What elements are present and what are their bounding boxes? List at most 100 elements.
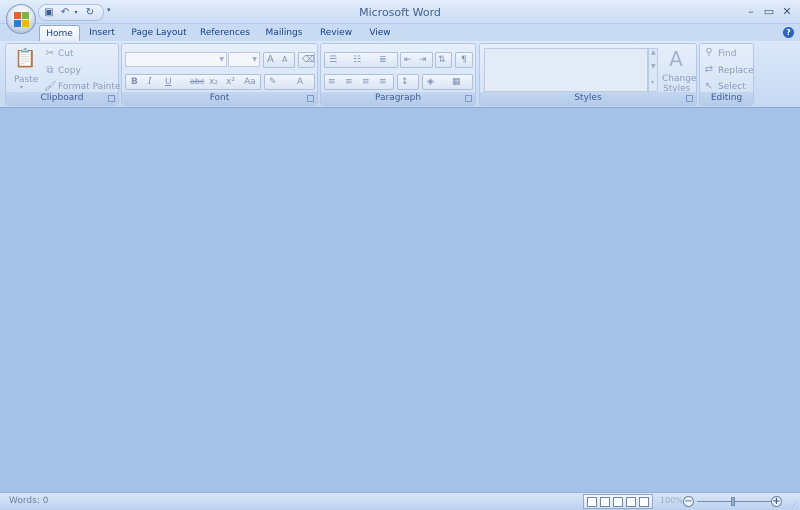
copy-button[interactable]: Copy — [58, 66, 81, 76]
shading-icon[interactable]: ◈ — [427, 77, 434, 87]
alignment-box: ≡ ≡ ≡ ≡ — [324, 74, 394, 90]
clear-formatting-button[interactable]: ⌫ — [298, 52, 315, 68]
paste-dropdown-icon[interactable]: ▾ — [20, 84, 23, 91]
justify-icon[interactable]: ≡ — [379, 77, 387, 87]
tab-view[interactable]: View — [364, 25, 396, 41]
font-name-combo[interactable]: ▼ — [125, 52, 227, 67]
minimize-button[interactable]: – — [744, 5, 758, 19]
borders-icon[interactable]: ▦ — [452, 77, 461, 87]
show-hide-button[interactable]: ¶ — [455, 52, 473, 68]
superscript-button[interactable]: x² — [226, 77, 235, 87]
change-styles-icon: A — [669, 47, 683, 71]
subscript-button[interactable]: x₂ — [209, 77, 218, 87]
ribbon-tabs: Home Insert Page Layout References Maili… — [0, 24, 800, 41]
copy-icon: ⧉ — [46, 65, 54, 76]
tab-page-layout[interactable]: Page Layout — [130, 25, 188, 41]
paragraph-group: ☰ ☷ ≣ ⇤ ⇥ ⇅ ¶ ≡ ≡ ≡ ≡ ↕ ◈ ▦ Paragraph — [320, 43, 476, 106]
clear-formatting-icon: ⌫ — [302, 55, 315, 65]
find-button[interactable]: Find — [718, 49, 736, 59]
font-launcher-icon[interactable] — [307, 95, 314, 102]
align-center-icon[interactable]: ≡ — [345, 77, 353, 87]
cut-button[interactable]: Cut — [58, 49, 74, 59]
binoculars-icon: ⚲ — [705, 47, 713, 58]
numbering-icon[interactable]: ☷ — [353, 55, 361, 65]
paste-icon[interactable]: 📋 — [14, 48, 36, 70]
tab-insert[interactable]: Insert — [84, 25, 120, 41]
print-layout-view-icon[interactable] — [587, 497, 597, 507]
select-button[interactable]: Select — [718, 82, 746, 92]
tab-review[interactable]: Review — [316, 25, 356, 41]
font-color-button[interactable]: A — [297, 77, 303, 87]
lists-box: ☰ ☷ ≣ — [324, 52, 398, 68]
office-button[interactable] — [6, 4, 36, 34]
change-styles-label-line1[interactable]: Change — [662, 74, 696, 84]
tab-mailings[interactable]: Mailings — [262, 25, 306, 41]
title-bar: ▣ ↶ ▾ ↻ ▾ Microsoft Word – ▭ ✕ — [0, 0, 800, 24]
align-left-icon[interactable]: ≡ — [328, 77, 336, 87]
shading-borders-box: ◈ ▦ — [422, 74, 473, 90]
zoom-out-button[interactable]: − — [683, 496, 694, 507]
office-logo-icon — [14, 12, 29, 27]
clipboard-group-label: Clipboard — [6, 92, 118, 105]
grow-font-button[interactable]: A — [267, 54, 274, 65]
change-case-button[interactable]: Aa — [244, 77, 256, 87]
highlight-icon[interactable]: ✎ — [269, 77, 277, 87]
multilevel-list-icon[interactable]: ≣ — [379, 55, 387, 65]
paragraph-group-label: Paragraph — [321, 92, 475, 105]
maximize-button[interactable]: ▭ — [762, 5, 776, 19]
editing-group: ⚲ Find ⇄ Replace ↖ Select Editing — [699, 43, 754, 106]
styles-group-label: Styles — [480, 92, 696, 105]
cut-icon: ✂ — [45, 48, 55, 59]
ribbon: 📋 Paste ▾ ✂ Cut ⧉ Copy 🖌 Format Painter … — [0, 41, 800, 108]
replace-icon: ⇄ — [704, 64, 714, 75]
format-painter-button[interactable]: Format Painter — [58, 82, 124, 92]
font-group-label: Font — [122, 92, 317, 105]
paste-button[interactable]: Paste — [14, 75, 38, 85]
chevron-up-icon[interactable]: ▲ — [651, 49, 656, 56]
view-buttons — [583, 494, 653, 509]
chevron-down-icon[interactable]: ▼ — [651, 63, 656, 70]
paragraph-launcher-icon[interactable] — [465, 95, 472, 102]
decrease-indent-icon[interactable]: ⇤ — [404, 55, 412, 65]
chevron-down-icon: ▼ — [252, 56, 257, 63]
styles-gallery-scroll[interactable]: ▲ ▼ ▾ — [648, 48, 658, 92]
bold-button[interactable]: B — [131, 77, 138, 87]
indent-box: ⇤ ⇥ — [400, 52, 433, 68]
document-workspace[interactable] — [0, 108, 800, 492]
tab-home[interactable]: Home — [39, 25, 80, 41]
tab-references[interactable]: References — [198, 25, 252, 41]
editing-group-label: Editing — [700, 92, 753, 105]
web-layout-view-icon[interactable] — [613, 497, 623, 507]
align-right-icon[interactable]: ≡ — [362, 77, 370, 87]
word-count[interactable]: Words: 0 — [9, 496, 48, 506]
draft-view-icon[interactable] — [639, 497, 649, 507]
font-group: ▼ ▼ A A ⌫ B I U abc x₂ x² Aa ✎ A Font — [121, 43, 318, 106]
status-bar: Words: 0 100% − + ⋰ — [0, 492, 800, 510]
shrink-font-button[interactable]: A — [282, 55, 287, 64]
sort-icon: ⇅ — [438, 55, 446, 65]
italic-button[interactable]: I — [148, 77, 152, 87]
clipboard-launcher-icon[interactable] — [108, 95, 115, 102]
window-title: Microsoft Word — [359, 6, 441, 19]
full-screen-reading-view-icon[interactable] — [600, 497, 610, 507]
strikethrough-button[interactable]: abc — [190, 77, 204, 86]
replace-button[interactable]: Replace — [718, 66, 754, 76]
zoom-slider-thumb[interactable] — [731, 497, 735, 506]
quick-styles-gallery[interactable] — [484, 48, 648, 92]
more-styles-icon[interactable]: ▾ — [651, 79, 654, 86]
outline-view-icon[interactable] — [626, 497, 636, 507]
increase-indent-icon[interactable]: ⇥ — [419, 55, 427, 65]
resize-grip-icon[interactable]: ⋰ — [791, 501, 798, 509]
close-button[interactable]: ✕ — [780, 5, 794, 19]
underline-button[interactable]: U — [165, 77, 172, 87]
line-spacing-button[interactable]: ↕ — [397, 74, 419, 90]
chevron-down-icon: ▼ — [219, 56, 224, 63]
font-size-combo[interactable]: ▼ — [228, 52, 260, 67]
styles-launcher-icon[interactable] — [686, 95, 693, 102]
help-icon[interactable]: ? — [783, 27, 794, 38]
styles-group: ▲ ▼ ▾ A Change Styles Styles — [479, 43, 697, 106]
sort-button[interactable]: ⇅ — [435, 52, 452, 68]
zoom-level[interactable]: 100% — [660, 496, 683, 505]
zoom-in-button[interactable]: + — [771, 496, 782, 507]
bullets-icon[interactable]: ☰ — [329, 55, 337, 65]
